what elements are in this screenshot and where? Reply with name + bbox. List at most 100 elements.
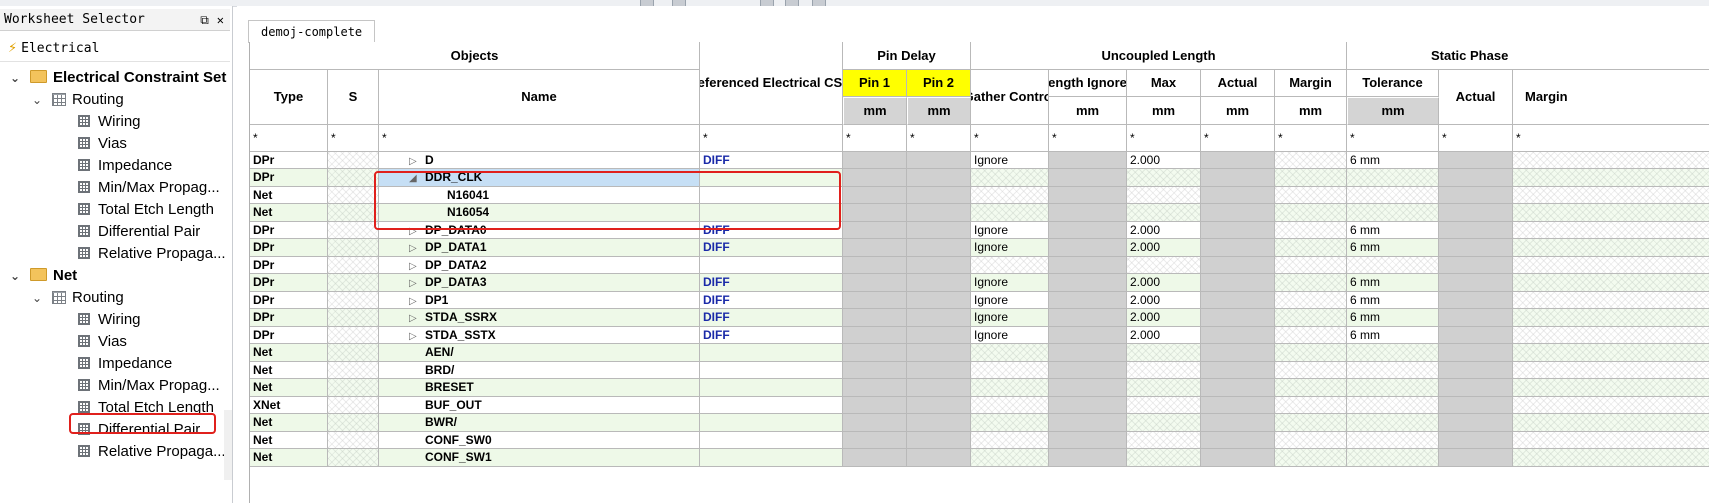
cell-margin[interactable] <box>1275 379 1347 397</box>
cell-spmargin[interactable] <box>1513 256 1709 274</box>
cell-spmargin[interactable] <box>1513 361 1709 379</box>
cell-max[interactable] <box>1127 414 1201 432</box>
cell-cset[interactable] <box>700 449 843 467</box>
expand-triangle-icon[interactable]: ▷ <box>409 328 419 344</box>
tree-item-min-max-propag[interactable]: Min/Max Propag... <box>0 375 228 397</box>
cell-gather[interactable]: Ignore <box>971 309 1049 327</box>
cell-tolerance[interactable] <box>1347 396 1439 414</box>
cell-name[interactable]: BUF_OUT <box>379 396 700 414</box>
cell-margin[interactable] <box>1275 309 1347 327</box>
cell-type[interactable]: XNet <box>250 396 328 414</box>
cell-cset[interactable]: DIFF <box>700 309 843 327</box>
cell-s[interactable] <box>328 221 379 239</box>
tree-item-relative-propaga[interactable]: Relative Propaga... <box>0 441 228 463</box>
chevron-down-icon[interactable]: ⌄ <box>30 287 44 309</box>
cell-cset[interactable]: DIFF <box>700 326 843 344</box>
cell-actual[interactable] <box>1201 326 1275 344</box>
cell-type[interactable]: DPr <box>250 309 328 327</box>
cell-spactual[interactable] <box>1439 291 1513 309</box>
cell-spmargin[interactable] <box>1513 186 1709 204</box>
cell-max[interactable] <box>1127 256 1201 274</box>
cell-pin2[interactable] <box>907 274 971 292</box>
cell-pin1[interactable] <box>843 221 907 239</box>
cell-gather[interactable] <box>971 344 1049 362</box>
cell-gather[interactable]: Ignore <box>971 326 1049 344</box>
cell-pin1[interactable] <box>843 379 907 397</box>
expand-triangle-icon[interactable]: ▷ <box>409 310 419 326</box>
cell-cset[interactable] <box>700 256 843 274</box>
cell-max[interactable]: 2.000 <box>1127 326 1201 344</box>
cell-pin1[interactable] <box>843 169 907 187</box>
cell-spmargin[interactable] <box>1513 274 1709 292</box>
cell-pin2[interactable] <box>907 169 971 187</box>
tree-item-vias[interactable]: Vias <box>0 133 228 155</box>
cell-actual[interactable] <box>1201 431 1275 449</box>
cell-spmargin[interactable] <box>1513 152 1709 169</box>
cell-max[interactable] <box>1127 186 1201 204</box>
cell-cset[interactable] <box>700 169 843 187</box>
collapse-triangle-icon[interactable]: ◢ <box>409 170 419 186</box>
cell-actual[interactable] <box>1201 414 1275 432</box>
tree-item-wiring[interactable]: Wiring <box>0 309 228 331</box>
cell-max[interactable]: 2.000 <box>1127 291 1201 309</box>
cell-actual[interactable] <box>1201 204 1275 222</box>
cell-s[interactable] <box>328 361 379 379</box>
cell-spactual[interactable] <box>1439 204 1513 222</box>
cell-max[interactable] <box>1127 344 1201 362</box>
cell-spmargin[interactable] <box>1513 169 1709 187</box>
cell-actual[interactable] <box>1201 361 1275 379</box>
cell-lenign[interactable] <box>1049 379 1127 397</box>
cell-pin2[interactable] <box>907 379 971 397</box>
cell-gather[interactable]: Ignore <box>971 239 1049 257</box>
cell-name[interactable]: CONF_SW1 <box>379 449 700 467</box>
cell-spactual[interactable] <box>1439 152 1513 169</box>
cell-spmargin[interactable] <box>1513 396 1709 414</box>
filter-lenign[interactable]: * <box>1049 125 1127 152</box>
cell-actual[interactable] <box>1201 396 1275 414</box>
cell-pin1[interactable] <box>843 431 907 449</box>
cell-type[interactable]: Net <box>250 449 328 467</box>
header-actual[interactable]: Actual <box>1201 70 1275 97</box>
cell-name[interactable]: ▷ STDA_SSRX <box>379 309 700 327</box>
dock-icon[interactable]: ⧉ <box>200 9 209 31</box>
tree-item-vias[interactable]: Vias <box>0 331 228 353</box>
cell-s[interactable] <box>328 344 379 362</box>
cell-spactual[interactable] <box>1439 326 1513 344</box>
cell-lenign[interactable] <box>1049 344 1127 362</box>
cell-spactual[interactable] <box>1439 431 1513 449</box>
cell-tolerance[interactable]: 6 mm <box>1347 239 1439 257</box>
cell-pin2[interactable] <box>907 309 971 327</box>
cell-actual[interactable] <box>1201 291 1275 309</box>
cell-name[interactable]: ▷ DP_DATA3 <box>379 274 700 292</box>
cell-lenign[interactable] <box>1049 309 1127 327</box>
cell-pin2[interactable] <box>907 239 971 257</box>
header-length-ignored[interactable]: Length Ignored <box>1049 70 1127 97</box>
cell-s[interactable] <box>328 396 379 414</box>
cell-pin1[interactable] <box>843 361 907 379</box>
cell-actual[interactable] <box>1201 152 1275 169</box>
cell-lenign[interactable] <box>1049 256 1127 274</box>
header-margin[interactable]: Margin <box>1275 70 1347 97</box>
cell-gather[interactable]: Ignore <box>971 291 1049 309</box>
cell-lenign[interactable] <box>1049 414 1127 432</box>
cell-actual[interactable] <box>1201 344 1275 362</box>
cell-gather[interactable] <box>971 186 1049 204</box>
cell-max[interactable] <box>1127 396 1201 414</box>
cell-tolerance[interactable] <box>1347 256 1439 274</box>
cell-pin2[interactable] <box>907 186 971 204</box>
cell-max[interactable]: 2.000 <box>1127 239 1201 257</box>
header-tolerance[interactable]: Tolerance <box>1347 70 1439 97</box>
cell-name[interactable]: BRESET <box>379 379 700 397</box>
cell-max[interactable] <box>1127 449 1201 467</box>
cell-tolerance[interactable] <box>1347 379 1439 397</box>
cell-spmargin[interactable] <box>1513 414 1709 432</box>
cell-name[interactable]: ▷ DP_DATA1 <box>379 239 700 257</box>
cell-tolerance[interactable] <box>1347 449 1439 467</box>
cell-name[interactable]: BWR/ <box>379 414 700 432</box>
cell-pin1[interactable] <box>843 274 907 292</box>
cell-lenign[interactable] <box>1049 431 1127 449</box>
expand-triangle-icon[interactable]: ▷ <box>409 240 419 256</box>
cell-cset[interactable]: DIFF <box>700 274 843 292</box>
cell-pin2[interactable] <box>907 361 971 379</box>
expand-triangle-icon[interactable]: ▷ <box>409 223 419 239</box>
